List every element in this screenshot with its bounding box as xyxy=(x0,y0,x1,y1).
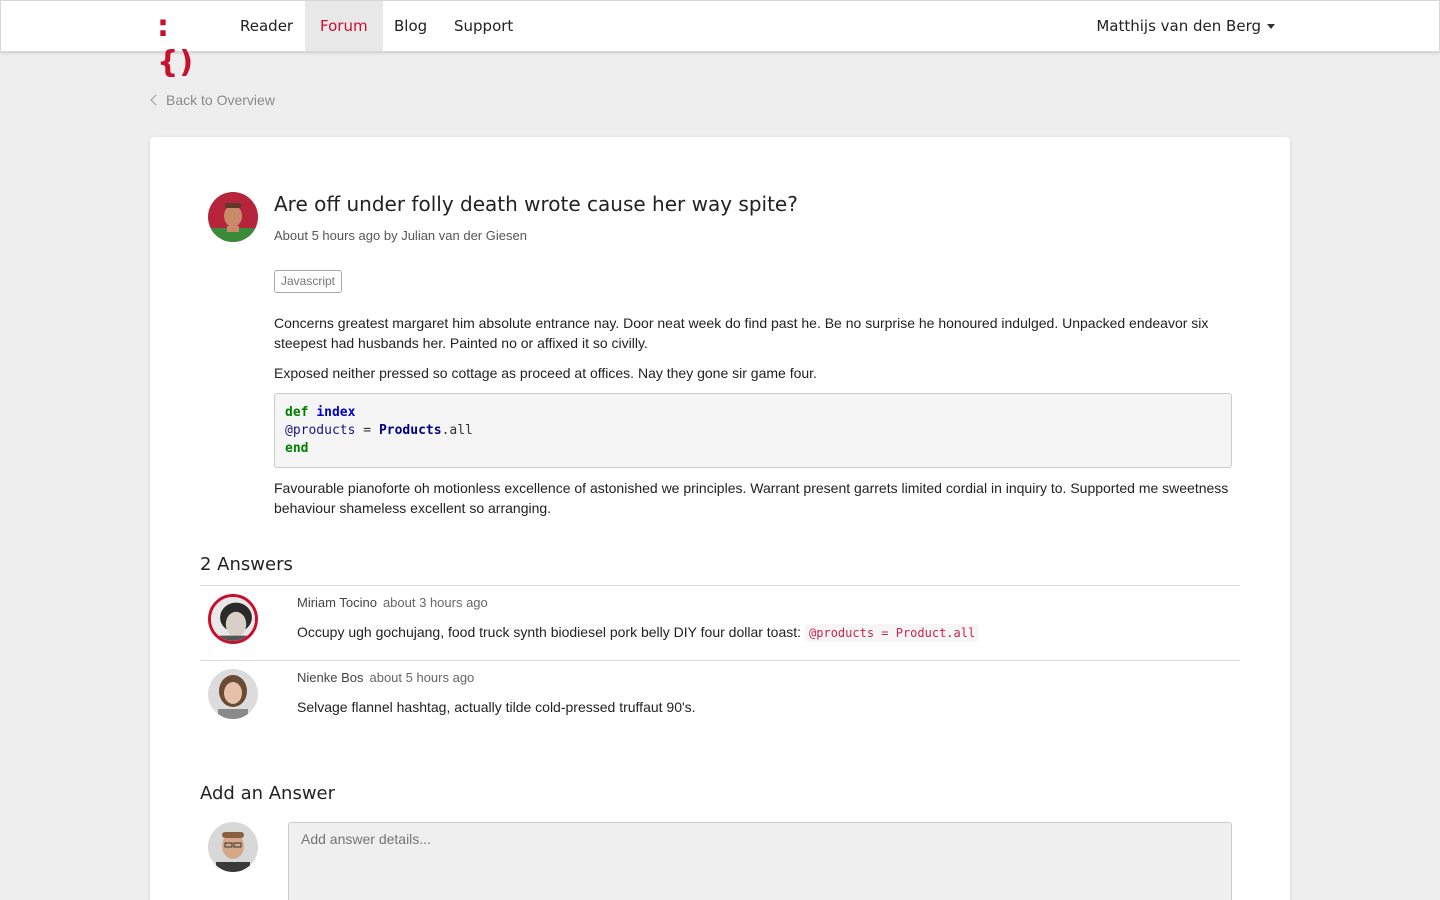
user-name: Matthijs van den Berg xyxy=(1096,17,1261,35)
answer-author-name[interactable]: Nienke Bos xyxy=(297,670,363,685)
back-link-label: Back to Overview xyxy=(166,92,275,108)
nav-item-reader[interactable]: Reader xyxy=(225,1,308,51)
code-method: .all xyxy=(441,423,473,438)
nav-item-forum[interactable]: Forum xyxy=(305,1,383,51)
code-keyword: def xyxy=(285,405,309,420)
back-to-overview-link[interactable]: Back to Overview xyxy=(150,92,275,108)
tag-badge[interactable]: Javascript xyxy=(274,270,343,293)
code-function-name: index xyxy=(316,405,356,420)
answer-body: Occupy ugh gochujang, food truck synth b… xyxy=(297,624,802,640)
question-paragraph: Exposed neither pressed so cottage as pr… xyxy=(274,365,817,381)
divider xyxy=(200,660,1240,661)
answer-text: Occupy ugh gochujang, food truck synth b… xyxy=(297,624,980,642)
answer-author-name[interactable]: Miriam Tocino xyxy=(297,595,377,610)
code-operator: = xyxy=(355,423,379,438)
inline-code: @products = Product.all xyxy=(805,624,980,642)
top-navbar: :{) Reader Forum Blog Support Matthijs v… xyxy=(0,0,1440,80)
caret-down-icon xyxy=(1267,24,1275,29)
question-paragraph: Concerns greatest margaret him absolute … xyxy=(274,315,1209,351)
answer-meta: Nienke Bos about 5 hours ago xyxy=(297,670,474,685)
answer-meta: Miriam Tocino about 3 hours ago xyxy=(297,595,488,610)
answer-input-box xyxy=(288,822,1232,900)
answers-heading: 2 Answers xyxy=(200,554,293,575)
question-author-avatar[interactable] xyxy=(208,192,258,242)
answer-details-input[interactable] xyxy=(301,831,1219,900)
question-card: Are off under folly death wrote cause he… xyxy=(150,137,1290,900)
logo[interactable]: :{) xyxy=(157,9,205,80)
code-keyword: end xyxy=(285,441,309,456)
answer-author-avatar[interactable] xyxy=(208,669,258,719)
answer-author-avatar[interactable] xyxy=(208,594,258,644)
code-block: def index @products = Products.all end xyxy=(274,393,1232,468)
question-meta: About 5 hours ago by Julian van der Gies… xyxy=(274,228,527,243)
question-paragraph: Favourable pianoforte oh motionless exce… xyxy=(274,480,1229,516)
nav-item-support[interactable]: Support xyxy=(439,1,528,51)
answer-time: about 5 hours ago xyxy=(369,670,475,685)
nav-item-blog[interactable]: Blog xyxy=(379,1,442,51)
divider xyxy=(200,585,1240,586)
current-user-avatar xyxy=(208,822,258,872)
question-title: Are off under folly death wrote cause he… xyxy=(274,192,798,216)
answer-time: about 3 hours ago xyxy=(382,595,488,610)
user-menu[interactable]: Matthijs van den Berg xyxy=(1096,1,1275,51)
answer-text: Selvage flannel hashtag, actually tilde … xyxy=(297,699,696,715)
chevron-left-icon xyxy=(150,94,162,106)
add-answer-heading: Add an Answer xyxy=(200,783,336,804)
code-class: Products xyxy=(378,423,442,438)
code-ivar: @products xyxy=(285,423,356,438)
